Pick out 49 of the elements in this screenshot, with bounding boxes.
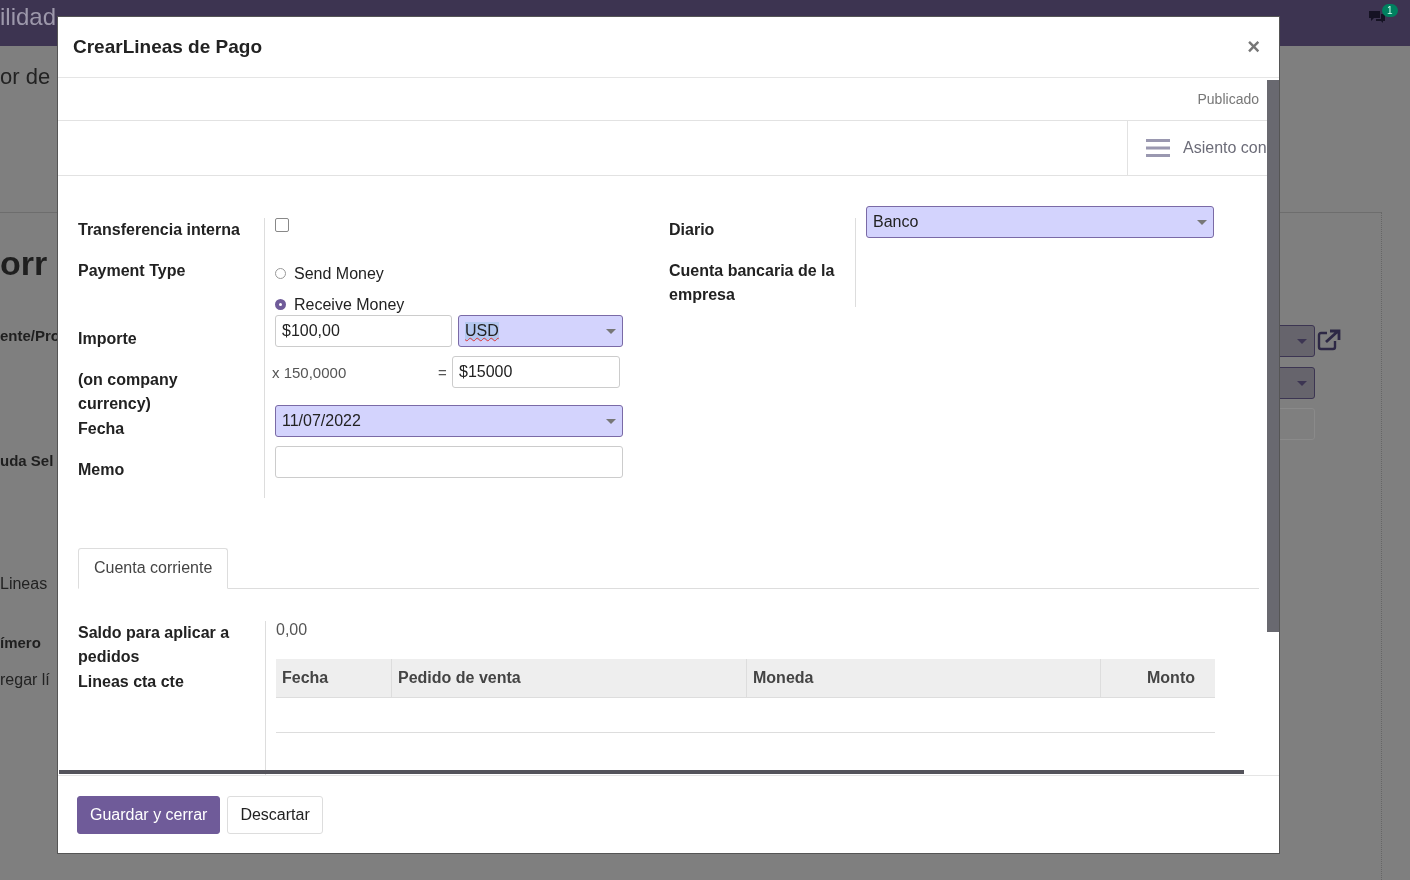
field-label: Payment Type bbox=[78, 261, 187, 281]
background-text: Lineas bbox=[0, 575, 48, 594]
external-link-icon bbox=[1317, 329, 1341, 351]
scrollbar[interactable] bbox=[59, 770, 1244, 774]
equals-sign: = bbox=[438, 363, 448, 381]
field-label: Fecha bbox=[78, 419, 126, 439]
checkbox[interactable] bbox=[275, 218, 289, 232]
list-icon bbox=[1146, 138, 1170, 158]
background-text: ente/Pro bbox=[0, 327, 60, 344]
exchange-rate: x 150,0000 bbox=[272, 363, 348, 381]
background-text: ímero bbox=[0, 634, 41, 651]
field-label: (on company currency) bbox=[78, 370, 179, 414]
caret-icon bbox=[606, 419, 616, 424]
caret-icon bbox=[1197, 220, 1207, 225]
background-text: or de bbox=[0, 64, 51, 91]
dialog-title: CrearLineas de Pago bbox=[73, 36, 263, 58]
app-title: ilidad bbox=[0, 3, 57, 31]
field-label: Saldo para aplicar a pedidos bbox=[78, 623, 231, 667]
radio-option[interactable]: Send Money bbox=[275, 258, 384, 289]
status-label[interactable]: Publicado bbox=[1197, 91, 1259, 107]
save-button[interactable]: Guardar y cerrar bbox=[77, 795, 221, 834]
discard-button[interactable]: Descartar bbox=[227, 795, 323, 834]
dropdown-field[interactable]: Banco bbox=[866, 206, 1214, 238]
background-text: regar lí bbox=[0, 671, 50, 690]
field-label: Memo bbox=[78, 460, 126, 480]
column-header[interactable]: Pedido de venta bbox=[391, 659, 746, 697]
scrollbar[interactable] bbox=[1267, 80, 1279, 632]
notification-badge: 1 bbox=[1382, 4, 1398, 17]
currency-dropdown[interactable]: USD bbox=[458, 315, 623, 347]
field-label: Cuenta bancaria de la empresa bbox=[669, 261, 836, 305]
background-text: orr bbox=[0, 244, 48, 283]
journal-entry-label: Asiento con bbox=[1183, 139, 1267, 157]
balance-value: 0,00 bbox=[276, 621, 309, 640]
background-text: uda Sel bbox=[0, 452, 54, 469]
field-label: Importe bbox=[78, 329, 138, 349]
dropdown-field[interactable]: 11/07/2022 bbox=[275, 405, 623, 437]
chat-icon[interactable] bbox=[1367, 9, 1387, 25]
converted-amount-field[interactable]: $15000 bbox=[452, 356, 620, 388]
column-header[interactable]: Fecha bbox=[276, 659, 391, 697]
amount-field[interactable]: $100,00 bbox=[275, 315, 452, 347]
field-label: Lineas cta cte bbox=[78, 672, 185, 692]
caret-icon bbox=[606, 329, 616, 334]
column-header[interactable]: Monto bbox=[1100, 659, 1215, 697]
field-label: Transferencia interna bbox=[78, 220, 241, 240]
tab[interactable]: Cuenta corriente bbox=[78, 548, 229, 589]
memo-field[interactable] bbox=[275, 446, 623, 478]
close-button[interactable]: × bbox=[1243, 34, 1264, 60]
field-label: Diario bbox=[669, 220, 716, 240]
column-header[interactable]: Moneda bbox=[746, 659, 1100, 697]
